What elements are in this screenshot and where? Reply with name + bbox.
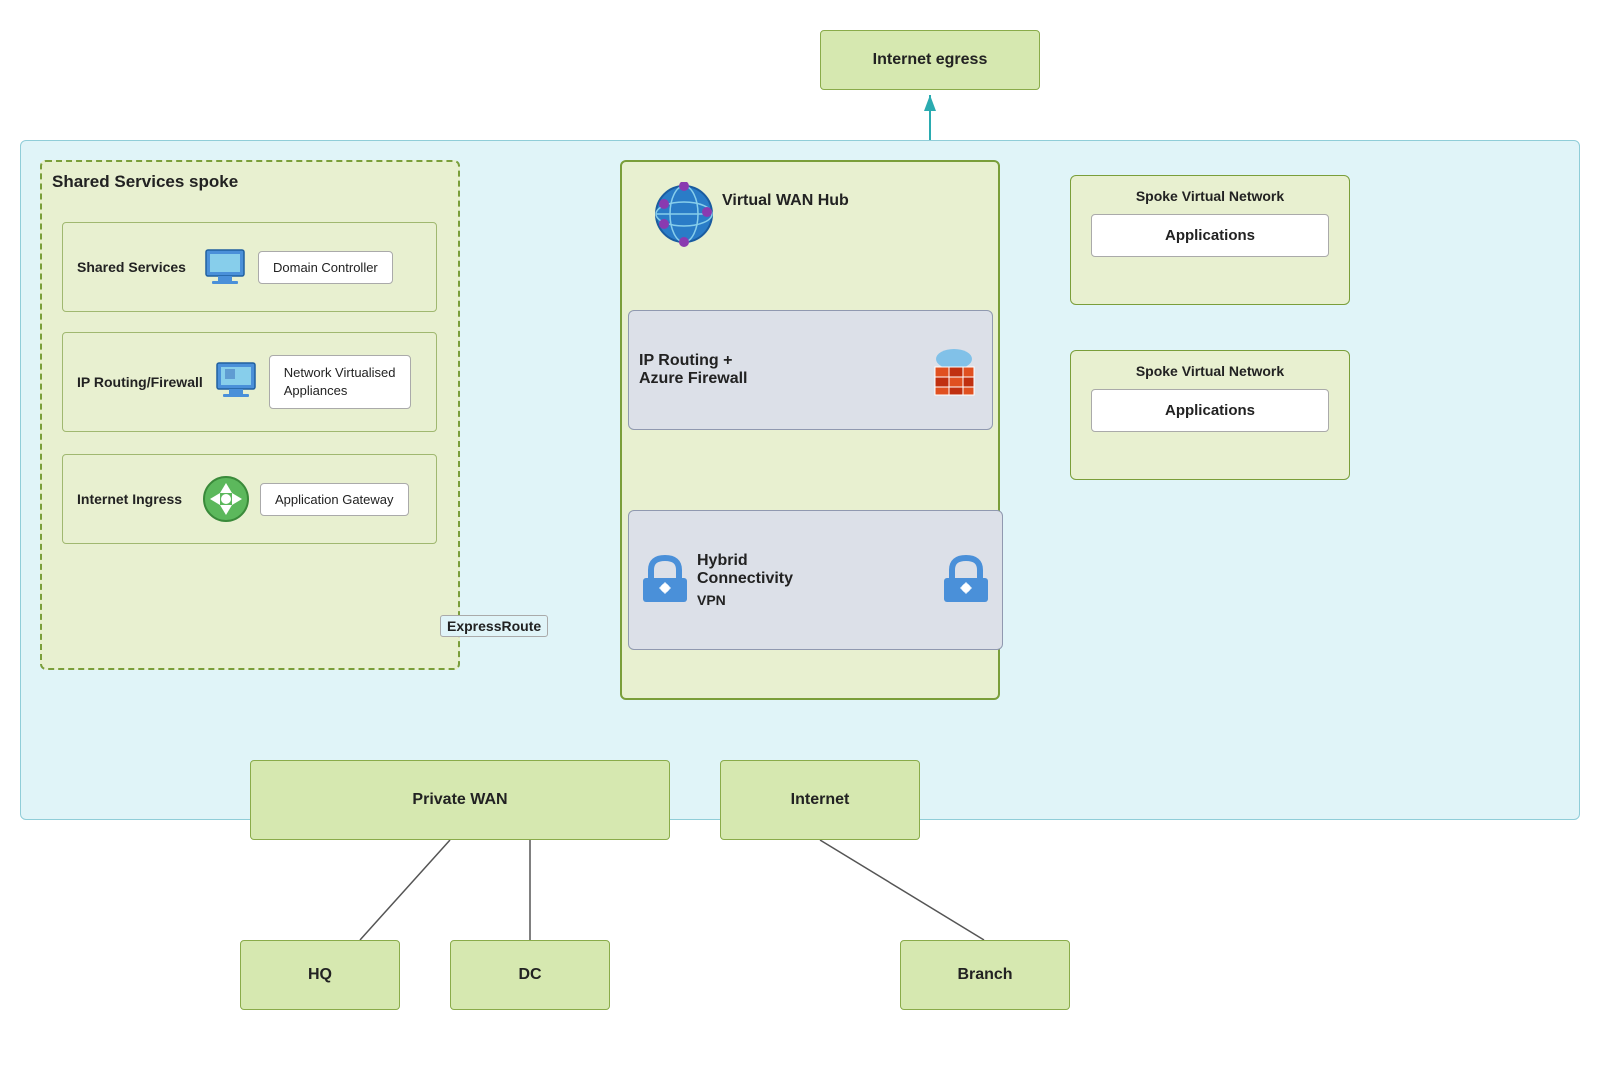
- spoke-vnet-1: Spoke Virtual Network Applications: [1070, 175, 1350, 305]
- internet-box: Internet: [720, 760, 920, 840]
- shared-services-label: Shared Services: [77, 259, 192, 275]
- internet-egress-label: Internet egress: [873, 51, 988, 69]
- spoke-vnet-2-apps: Applications: [1091, 389, 1329, 432]
- hybrid-connectivity-box: HybridConnectivity VPN: [628, 510, 1003, 650]
- ip-routing-firewall-label: IP Routing/Firewall: [77, 374, 203, 390]
- spoke-vnet-2-apps-label: Applications: [1165, 402, 1255, 419]
- shared-services-row: Shared Services Domain Controller: [62, 222, 437, 312]
- globe-icon-container: [652, 182, 717, 252]
- ip-routing-azure-label: IP Routing +Azure Firewall: [639, 352, 917, 388]
- internet-egress-box: Internet egress: [820, 30, 1040, 90]
- shared-services-spoke-title: Shared Services spoke: [42, 162, 458, 192]
- internet-label: Internet: [791, 791, 850, 809]
- azure-firewall-icon: [927, 343, 982, 398]
- domain-controller-box: Domain Controller: [258, 251, 393, 284]
- expressroute-label: ExpressRoute: [440, 615, 548, 637]
- lock-icon-left: [639, 554, 691, 606]
- ip-routing-row: IP Routing/Firewall Network VirtualisedA…: [62, 332, 437, 432]
- domain-controller-label: Domain Controller: [273, 260, 378, 275]
- spoke-vnet-1-label: Spoke Virtual Network: [1071, 176, 1349, 204]
- hybrid-vpn-label: VPN: [697, 592, 934, 608]
- spoke-vnet-1-apps-label: Applications: [1165, 227, 1255, 244]
- ip-routing-azure-box: IP Routing +Azure Firewall: [628, 310, 993, 430]
- computer-icon-1: [202, 244, 248, 290]
- app-gateway-label: Application Gateway: [275, 492, 394, 507]
- spoke-vnet-1-apps: Applications: [1091, 214, 1329, 257]
- dc-label: DC: [518, 966, 541, 984]
- diagram-container: Internet egress Shared Services spoke Sh…: [0, 0, 1600, 1084]
- hq-label: HQ: [308, 966, 332, 984]
- app-gateway-box: Application Gateway: [260, 483, 409, 516]
- lock-icon-right: [940, 554, 992, 606]
- green-arrow-icon: [202, 475, 250, 523]
- shared-services-spoke: Shared Services spoke Shared Services Do…: [40, 160, 460, 670]
- hq-box: HQ: [240, 940, 400, 1010]
- internet-ingress-row: Internet Ingress Application Gateway: [62, 454, 437, 544]
- nva-label: Network VirtualisedAppliances: [284, 365, 396, 398]
- private-wan-label: Private WAN: [412, 791, 507, 809]
- branch-box: Branch: [900, 940, 1070, 1010]
- hybrid-text-block: HybridConnectivity VPN: [697, 552, 934, 608]
- dc-box: DC: [450, 940, 610, 1010]
- computer-icon-2: [213, 357, 259, 407]
- nva-box: Network VirtualisedAppliances: [269, 355, 411, 409]
- spoke-vnet-2-label: Spoke Virtual Network: [1071, 351, 1349, 379]
- globe-icon: [652, 182, 717, 247]
- vwan-hub-label: Virtual WAN Hub: [722, 192, 849, 210]
- spoke-vnet-2: Spoke Virtual Network Applications: [1070, 350, 1350, 480]
- private-wan-box: Private WAN: [250, 760, 670, 840]
- hybrid-title: HybridConnectivity: [697, 552, 934, 588]
- branch-label: Branch: [957, 966, 1012, 984]
- internet-ingress-label: Internet Ingress: [77, 491, 192, 507]
